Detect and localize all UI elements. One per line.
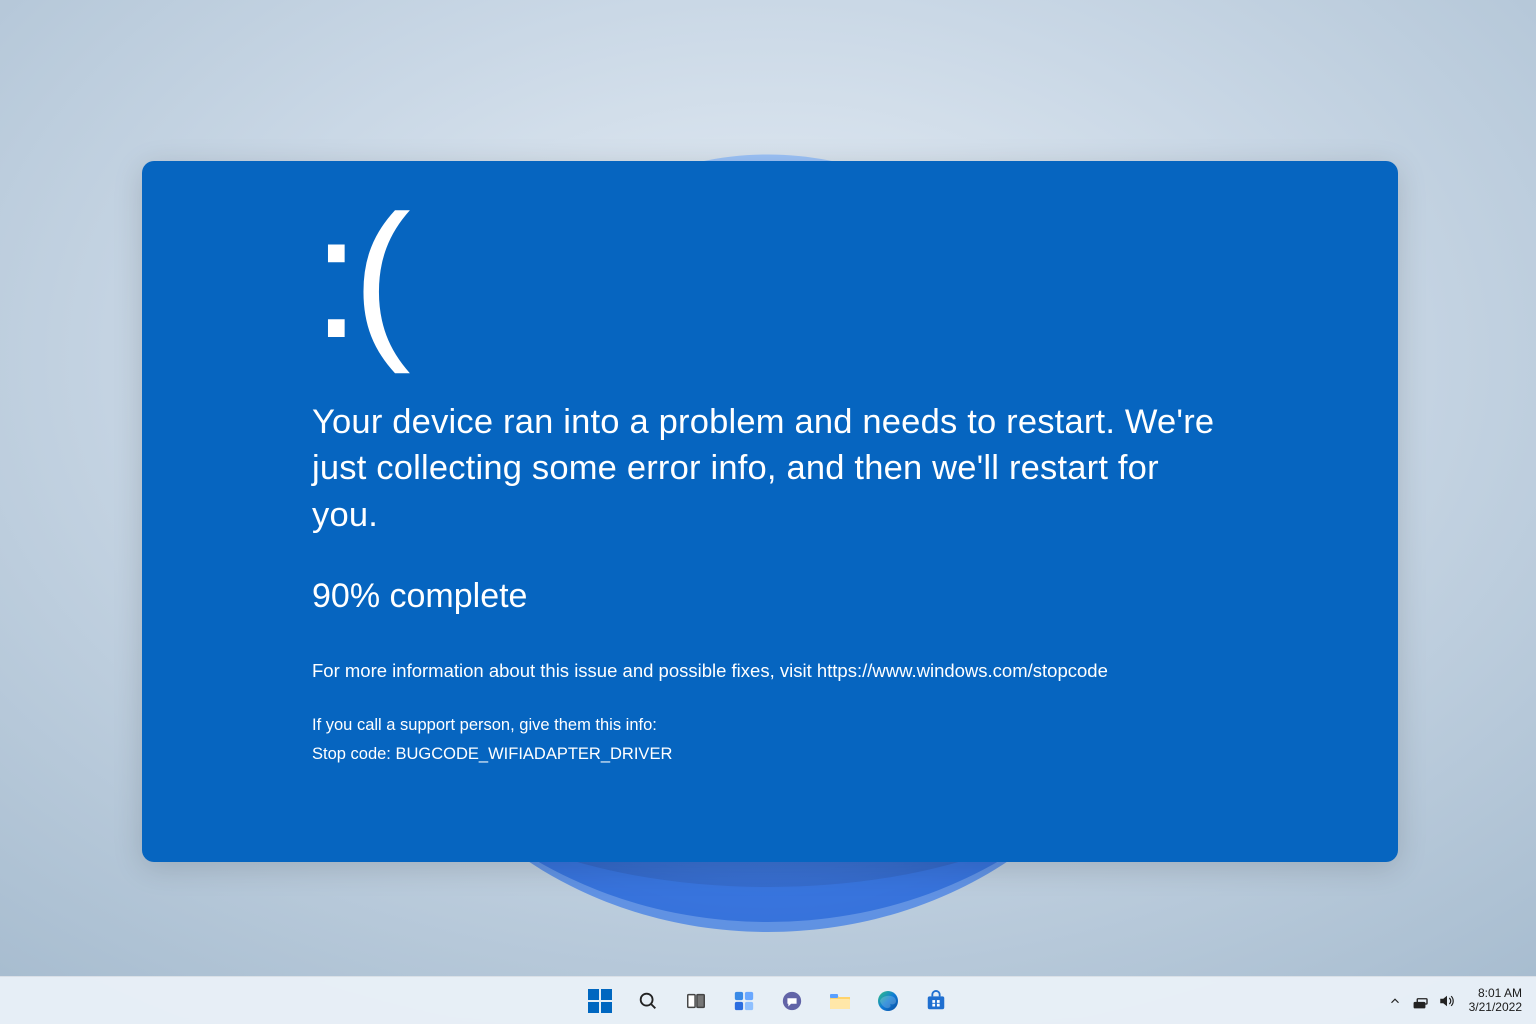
bsod-support-line: If you call a support person, give them …	[312, 716, 1228, 735]
search-icon	[637, 990, 659, 1012]
start-icon	[588, 989, 612, 1013]
start-button[interactable]	[580, 981, 620, 1021]
bsod-more-info: For more information about this issue an…	[312, 660, 1228, 682]
sadface-emoticon: :(	[312, 199, 1228, 357]
edge-button[interactable]	[868, 981, 908, 1021]
tray-overflow-button[interactable]	[1385, 991, 1405, 1011]
chevron-up-icon	[1388, 994, 1402, 1008]
file-explorer-button[interactable]	[820, 981, 860, 1021]
clock-time: 8:01 AM	[1469, 987, 1522, 1001]
bsod-stop-code: Stop code: BUGCODE_WIFIADAPTER_DRIVER	[312, 745, 1228, 764]
file-explorer-icon	[828, 989, 852, 1013]
network-icon	[1412, 992, 1430, 1010]
task-view-icon	[685, 990, 707, 1012]
clock-button[interactable]: 8:01 AM 3/21/2022	[1463, 987, 1528, 1015]
stopcode-label: Stop code:	[312, 745, 395, 763]
bsod-message: Your device ran into a problem and needs…	[312, 399, 1228, 540]
stopcode-value: BUGCODE_WIFIADAPTER_DRIVER	[395, 745, 672, 763]
task-view-button[interactable]	[676, 981, 716, 1021]
clock-date: 3/21/2022	[1469, 1001, 1522, 1015]
widgets-button[interactable]	[724, 981, 764, 1021]
bsod-progress: 90% complete	[312, 577, 1228, 616]
store-button[interactable]	[916, 981, 956, 1021]
store-icon	[925, 990, 947, 1012]
edge-icon	[876, 989, 900, 1013]
system-tray: 8:01 AM 3/21/2022	[1385, 977, 1528, 1024]
volume-button[interactable]	[1437, 991, 1457, 1011]
volume-icon	[1438, 992, 1456, 1010]
network-button[interactable]	[1411, 991, 1431, 1011]
widgets-icon	[733, 990, 755, 1012]
search-button[interactable]	[628, 981, 668, 1021]
chat-icon	[781, 990, 803, 1012]
chat-button[interactable]	[772, 981, 812, 1021]
taskbar: 8:01 AM 3/21/2022	[0, 976, 1536, 1024]
taskbar-center	[580, 981, 956, 1021]
bsod-panel: :( Your device ran into a problem and ne…	[142, 161, 1398, 862]
